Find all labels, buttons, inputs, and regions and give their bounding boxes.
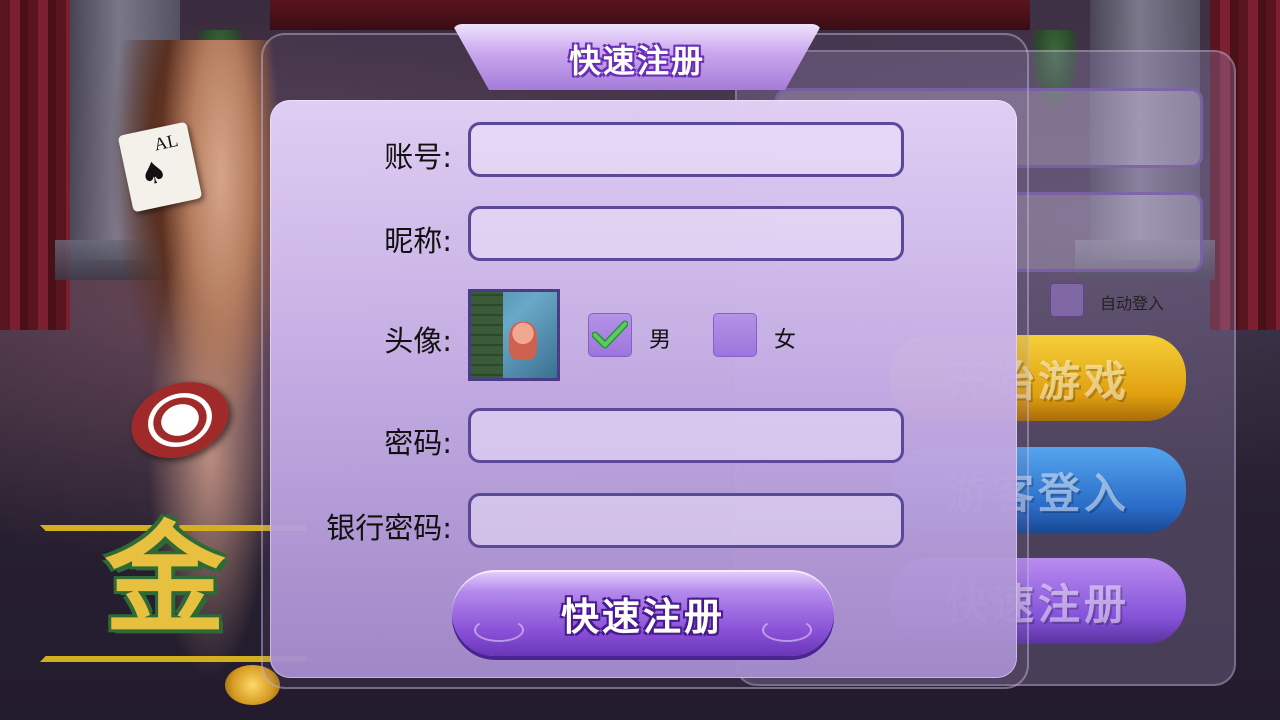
dialog-title-tab: 快速注册 xyxy=(452,24,822,90)
spade-icon: ♠ xyxy=(136,154,171,194)
avatar-label: 头像: xyxy=(384,324,452,358)
nickname-input[interactable] xyxy=(468,206,904,261)
checkmark-icon xyxy=(592,320,628,349)
password-input[interactable] xyxy=(468,408,904,463)
auto-login-checkbox xyxy=(1050,283,1084,317)
avatar-picker[interactable] xyxy=(468,289,560,381)
gender-male-label: 男 xyxy=(649,328,672,353)
account-input[interactable] xyxy=(468,122,904,177)
curtain-left xyxy=(0,0,70,330)
nickname-label: 昵称: xyxy=(384,224,452,258)
bank-password-label: 银行密码: xyxy=(326,511,452,545)
game-lobby-screen: AL ♠ 金 自动登入 开始游戏 游客登入 快速注册 快速注册 账号: 昵称: … xyxy=(0,0,1280,720)
cloud-swirl-icon xyxy=(474,618,524,642)
gender-male-checkbox[interactable] xyxy=(588,313,632,357)
dialog-title: 快速注册 xyxy=(568,42,705,80)
avatar-wall xyxy=(471,292,503,378)
password-label: 密码: xyxy=(384,426,452,460)
game-logo-glyph: 金 xyxy=(105,509,225,650)
gender-female-checkbox[interactable] xyxy=(713,313,757,357)
bank-password-input[interactable] xyxy=(468,493,904,548)
avatar-figure xyxy=(509,322,537,360)
ace-card-letter: AL xyxy=(152,129,180,155)
quick-register-button[interactable]: 快速注册 xyxy=(452,570,834,656)
auto-login-label: 自动登入 xyxy=(1100,294,1165,313)
gender-female-label: 女 xyxy=(774,328,797,353)
quick-register-button-label: 快速注册 xyxy=(560,594,725,639)
account-label: 账号: xyxy=(384,140,452,174)
cloud-swirl-icon xyxy=(762,618,812,642)
